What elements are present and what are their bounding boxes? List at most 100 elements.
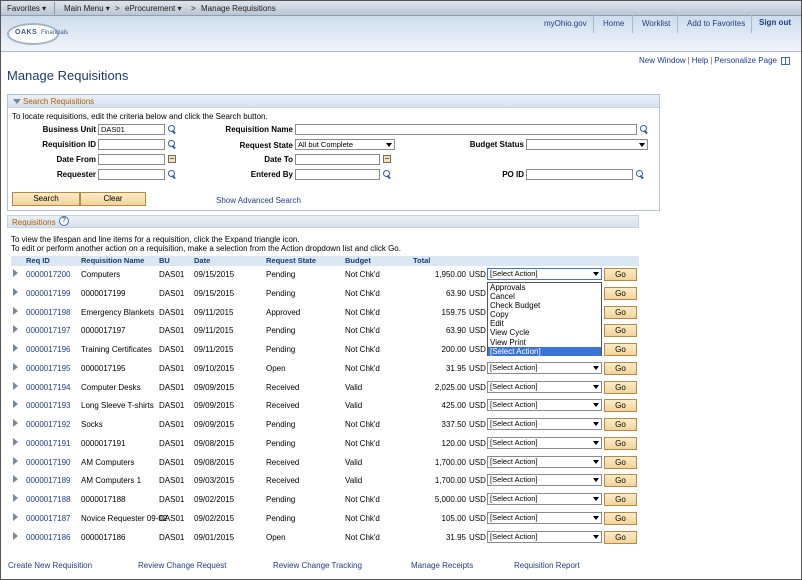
- go-button[interactable]: Go: [604, 436, 637, 450]
- action-dropdown-list[interactable]: Approvals Cancel Check Budget Copy Edit View …: [487, 282, 602, 356]
- column-header[interactable]: Total: [413, 256, 430, 265]
- column-header[interactable]: Requisition Name: [81, 256, 144, 265]
- go-button[interactable]: Go: [604, 511, 637, 525]
- go-button[interactable]: Go: [604, 268, 637, 281]
- search-button[interactable]: Search: [12, 192, 80, 206]
- expand-triangle-icon[interactable]: [13, 362, 18, 371]
- expand-triangle-icon[interactable]: [13, 325, 18, 334]
- entered-by-lookup-icon[interactable]: [383, 170, 392, 179]
- requisition-id-input[interactable]: [98, 139, 165, 150]
- action-select[interactable]: [Select Action]: [487, 436, 602, 449]
- action-option[interactable]: Copy: [488, 310, 601, 319]
- requisition-id-lookup-icon[interactable]: [168, 140, 177, 149]
- req-id-link[interactable]: 0000017191: [26, 439, 71, 448]
- go-button[interactable]: Go: [604, 286, 637, 300]
- expand-triangle-icon[interactable]: [13, 456, 18, 465]
- expand-triangle-icon[interactable]: [13, 381, 18, 390]
- expand-triangle-icon[interactable]: [13, 531, 18, 540]
- go-button[interactable]: Go: [604, 399, 637, 413]
- home-link[interactable]: Home: [603, 19, 624, 28]
- sign-out-link[interactable]: Sign out: [759, 18, 791, 27]
- column-header[interactable]: Date: [194, 256, 210, 265]
- req-id-link[interactable]: 0000017196: [26, 345, 71, 354]
- add-to-favorites-link[interactable]: Add to Favorites: [687, 19, 745, 28]
- req-id-link[interactable]: 0000017199: [26, 289, 71, 298]
- req-id-link[interactable]: 0000017190: [26, 458, 71, 467]
- req-id-link[interactable]: 0000017200: [26, 270, 71, 279]
- po-id-input[interactable]: [526, 169, 633, 180]
- requisition-name-lookup-icon[interactable]: [640, 125, 649, 134]
- action-select[interactable]: [Select Action]: [487, 361, 602, 374]
- action-select[interactable]: [Select Action]: [487, 474, 602, 487]
- action-option[interactable]: Approvals: [488, 283, 601, 292]
- action-select[interactable]: [Select Action]: [487, 380, 602, 393]
- go-button[interactable]: Go: [604, 361, 637, 375]
- main-menu[interactable]: Main Menu ▾: [64, 4, 110, 13]
- req-id-link[interactable]: 0000017186: [26, 533, 71, 542]
- help-link[interactable]: Help: [692, 56, 708, 65]
- budget-status-select[interactable]: [526, 139, 648, 150]
- go-button[interactable]: Go: [604, 324, 637, 338]
- personalize-page-link[interactable]: Personalize Page: [714, 56, 777, 65]
- go-button[interactable]: Go: [604, 343, 637, 356]
- go-button[interactable]: Go: [604, 380, 637, 394]
- column-header[interactable]: BU: [159, 256, 170, 265]
- requester-input[interactable]: [98, 169, 165, 180]
- requester-lookup-icon[interactable]: [168, 170, 177, 179]
- expand-triangle-icon[interactable]: [13, 269, 18, 277]
- go-button[interactable]: Go: [604, 455, 637, 469]
- req-id-link[interactable]: 0000017194: [26, 383, 71, 392]
- myohio-link[interactable]: myOhio.gov: [544, 19, 587, 28]
- go-button[interactable]: Go: [604, 474, 637, 488]
- action-select[interactable]: [Select Action]: [487, 493, 602, 505]
- column-header[interactable]: Req ID: [26, 256, 50, 265]
- column-header[interactable]: Request State: [266, 256, 316, 265]
- date-from-input[interactable]: [98, 154, 165, 165]
- req-id-link[interactable]: 0000017188: [26, 495, 71, 504]
- req-id-link[interactable]: 0000017192: [26, 420, 71, 429]
- go-button[interactable]: Go: [604, 493, 637, 506]
- review-change-tracking-link[interactable]: Review Change Tracking: [273, 561, 362, 570]
- go-button[interactable]: Go: [604, 418, 637, 431]
- req-id-link[interactable]: 0000017198: [26, 308, 71, 317]
- favorites-menu[interactable]: Favorites ▾: [7, 4, 46, 13]
- req-id-link[interactable]: 0000017197: [26, 326, 71, 335]
- action-select[interactable]: [Select Action]: [487, 455, 602, 468]
- req-id-link[interactable]: 0000017189: [26, 476, 71, 485]
- po-id-lookup-icon[interactable]: [636, 170, 645, 179]
- requisition-name-input[interactable]: [295, 124, 637, 135]
- action-option[interactable]: View Cycle: [488, 328, 601, 337]
- business-unit-lookup-icon[interactable]: [168, 125, 177, 134]
- action-option[interactable]: View Print: [488, 338, 601, 347]
- review-change-request-link[interactable]: Review Change Request: [138, 561, 227, 570]
- action-select[interactable]: [Select Action]: [487, 530, 602, 543]
- expand-triangle-icon[interactable]: [13, 512, 18, 521]
- expand-triangle-icon[interactable]: [13, 419, 18, 427]
- action-select[interactable]: [Select Action]: [487, 511, 602, 524]
- worklist-link[interactable]: Worklist: [642, 19, 670, 28]
- clear-button[interactable]: Clear: [80, 192, 146, 206]
- req-id-link[interactable]: 0000017195: [26, 364, 71, 373]
- expand-triangle-icon[interactable]: [13, 400, 18, 409]
- create-new-requisition-link[interactable]: Create New Requisition: [8, 561, 92, 570]
- help-icon[interactable]: ?: [59, 216, 69, 226]
- req-id-link[interactable]: 0000017187: [26, 514, 71, 523]
- expand-triangle-icon[interactable]: [13, 344, 18, 352]
- action-option[interactable]: Edit: [488, 319, 601, 328]
- action-select[interactable]: [Select Action]: [487, 268, 602, 280]
- expand-triangle-icon[interactable]: [13, 287, 18, 296]
- column-header[interactable]: Budget: [345, 256, 371, 265]
- date-from-calendar-icon[interactable]: [168, 155, 176, 163]
- date-to-input[interactable]: [295, 154, 380, 165]
- action-option[interactable]: Cancel: [488, 292, 601, 301]
- expand-triangle-icon[interactable]: [13, 306, 18, 315]
- collapse-triangle-icon[interactable]: [13, 99, 21, 104]
- expand-triangle-icon[interactable]: [13, 475, 18, 484]
- new-window-link[interactable]: New Window: [639, 56, 686, 65]
- date-to-calendar-icon[interactable]: [383, 155, 391, 163]
- breadcrumb-eprocurement[interactable]: eProcurement ▾: [125, 4, 182, 13]
- action-select[interactable]: [Select Action]: [487, 418, 602, 430]
- expand-triangle-icon[interactable]: [13, 494, 18, 502]
- request-state-select[interactable]: All but Complete: [295, 139, 395, 150]
- search-section-header[interactable]: Search Requisitions: [8, 95, 659, 108]
